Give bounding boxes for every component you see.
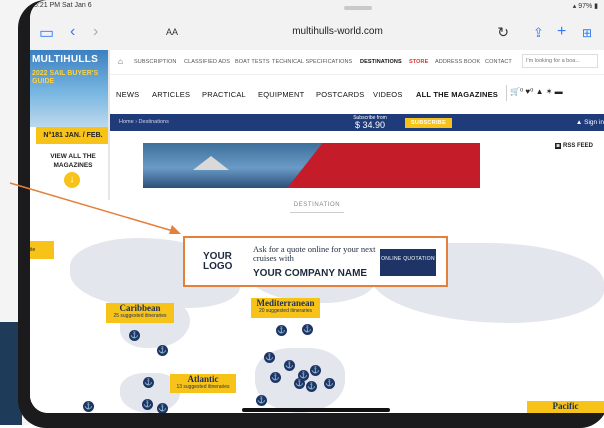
arrow-head-icon xyxy=(169,225,181,234)
annotation-arrow xyxy=(9,182,181,234)
arrow-line xyxy=(9,182,174,232)
